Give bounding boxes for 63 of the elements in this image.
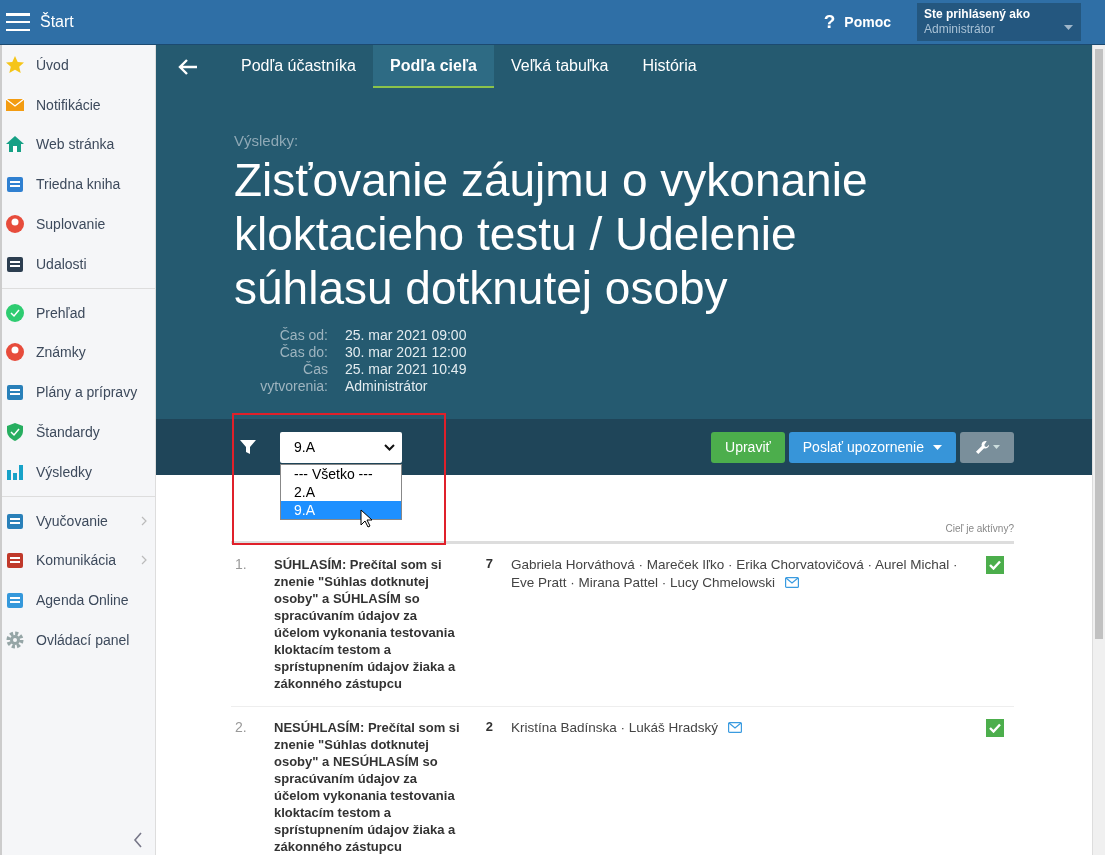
sidebar-item[interactable]: Komunikácia	[2, 540, 155, 581]
envelope-icon[interactable]	[728, 722, 743, 733]
sidebar-item[interactable]: Úvod	[2, 45, 155, 85]
meta-value: 25. mar 2021 10:49 Administrátor	[345, 361, 468, 395]
dropdown-option[interactable]: 2.A	[281, 482, 401, 501]
tab[interactable]: História	[625, 45, 714, 88]
meta-value: 25. mar 2021 09:00	[345, 327, 468, 344]
menu-icon[interactable]	[6, 13, 30, 31]
user-menu[interactable]: Ste prihlásený ako Administrátor	[917, 3, 1081, 41]
shield-icon	[5, 422, 25, 443]
filter-icon	[240, 439, 256, 455]
answer-count: 2	[484, 719, 493, 736]
header-kicker: Výsledky:	[234, 132, 300, 149]
sidebar-item[interactable]: Udalosti	[2, 244, 155, 284]
row-number: 2.	[235, 719, 248, 737]
gear-icon	[5, 630, 25, 651]
meta-label: Čas do:	[278, 344, 328, 361]
row-number: 1.	[235, 556, 248, 574]
sidebar-item[interactable]: Suplovanie	[2, 204, 155, 244]
active-checkbox[interactable]	[986, 556, 1004, 574]
meta-value: 30. mar 2021 12:00	[345, 344, 468, 361]
tab[interactable]: Podľa účastníka	[224, 45, 373, 88]
envelope-icon[interactable]	[785, 577, 800, 588]
tab[interactable]: Podľa cieľa	[372, 45, 494, 88]
sidebar-item[interactable]: Výsledky	[2, 451, 155, 492]
page-title: Zisťovanie záujmu o vykonanie kloktacieho testu / Udelenie súhlasu dotknutej osoby	[234, 153, 869, 315]
answer-text: NESÚHLASÍM: Prečítal som si znenie "Súhlas dotknutej osoby" a NESÚHLASÍM so spracúvaním údajov za účelom vykonania testovania kloktacím testom a sprístupnením údajov žiaka a zákonného zástupcu	[274, 719, 461, 855]
caret-icon	[992, 445, 1000, 449]
active-checkbox[interactable]	[986, 719, 1004, 737]
sidebar-item[interactable]: Plány a prípravy	[2, 372, 155, 413]
respondent-names: Kristína Badínska · Lukáš Hradský	[493, 719, 986, 855]
caret-icon	[933, 444, 942, 450]
notebook-icon	[5, 174, 25, 195]
app-title: Štart	[40, 13, 74, 31]
answer-count: 7	[484, 556, 493, 573]
user-name: Administrátor	[924, 22, 995, 36]
sidebar-item[interactable]: Web stránka	[2, 124, 155, 165]
sidebar-item[interactable]: Štandardy	[2, 412, 155, 452]
sidebar-item[interactable]: Ovládací panel	[2, 620, 155, 660]
user-label: Ste prihlásený ako	[924, 7, 1032, 21]
tools-button[interactable]	[960, 431, 1014, 463]
meta-label: Čas vytvorenia:	[259, 361, 328, 395]
sidebar-item[interactable]: Triedna kniha	[2, 164, 155, 205]
respondent-names: Gabriela Horváthová · Mareček Iľko · Erika Chorvatovičová · Aurel Michal · Eve Pratt · Mirana Pattel · Lucy Chmelowski	[510, 556, 959, 592]
help-button[interactable]: ? Pomoc	[823, 11, 891, 33]
column-header: Cieľ je aktívny?	[944, 523, 1014, 534]
scrollbar[interactable]	[1092, 45, 1105, 855]
answer-text: SÚHLASÍM: Prečítal som si znenie "Súhlas dotknutej osoby" a SÚHLASÍM so spracúvaním údajov za účelom vykonania testovania kloktacím testom a sprístupnením údajov žiaka a zákonného zástupcu	[274, 556, 457, 692]
house-icon	[5, 134, 25, 155]
wrench-icon	[974, 439, 990, 455]
dropdown-option[interactable]: --- Všetko ---	[281, 464, 401, 483]
sidebar-item[interactable]: Prehľad	[2, 292, 155, 333]
star-icon	[5, 54, 25, 75]
caret-icon	[1064, 25, 1073, 30]
class-select[interactable]: 9.A	[280, 431, 402, 463]
sidebar-item[interactable]: Agenda Online	[2, 580, 155, 621]
check-circle-icon	[5, 302, 25, 323]
meta-label: Čas od:	[278, 327, 328, 344]
sidebar-item[interactable]: Známky	[2, 332, 155, 373]
chevron-icon	[384, 443, 395, 451]
tab[interactable]: Veľká tabuľka	[494, 45, 626, 88]
sidebar-item[interactable]: Vyučovanie	[2, 500, 155, 541]
sidebar-item[interactable]: Notifikácie	[2, 84, 155, 125]
